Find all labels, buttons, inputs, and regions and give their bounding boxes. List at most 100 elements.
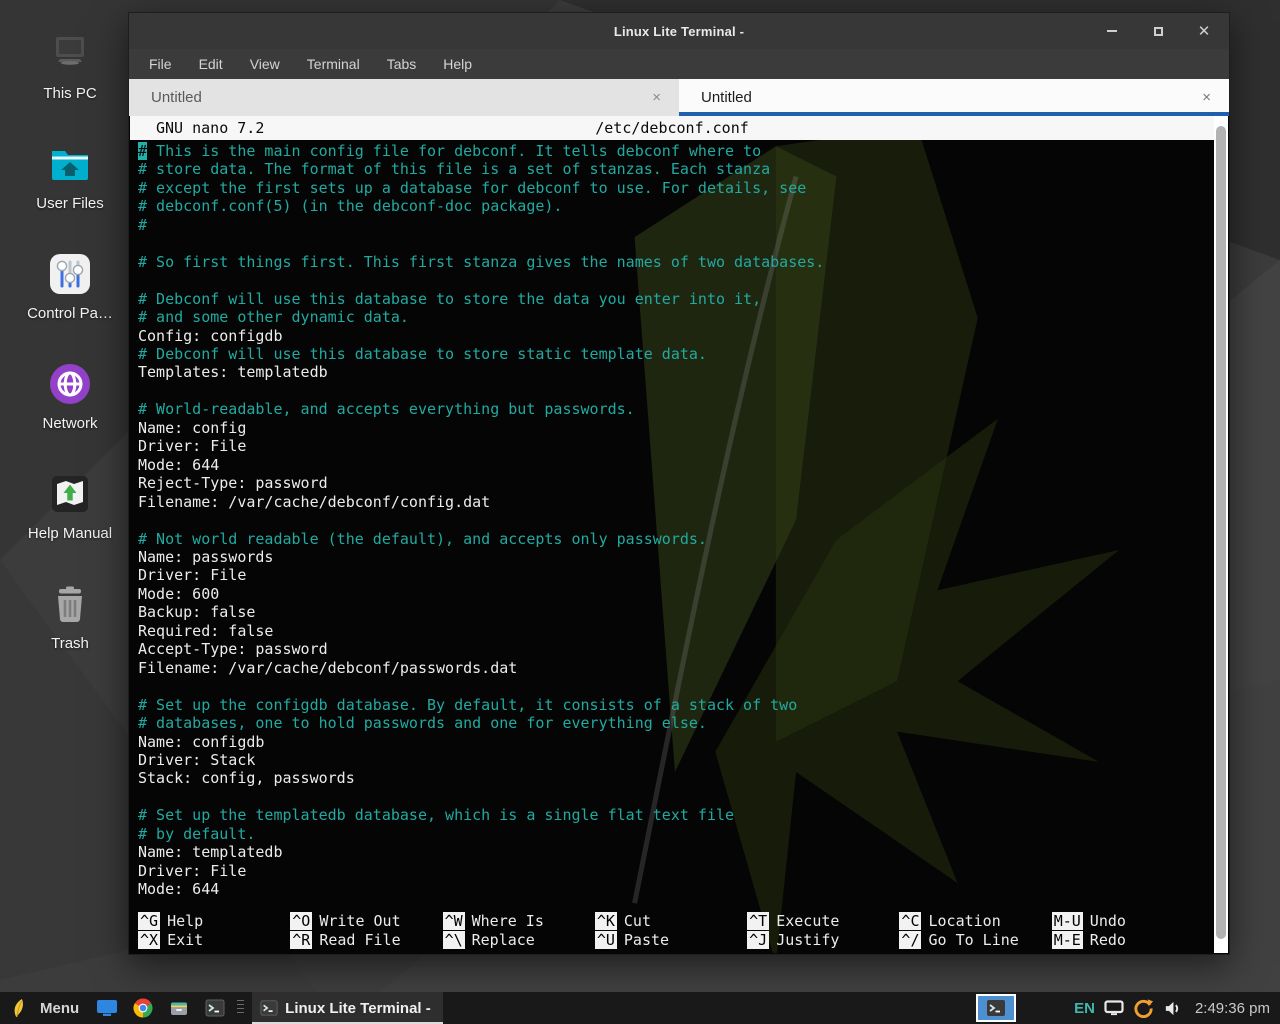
nano-shortcut-bar: ^GHelp^OWrite Out^WWhere Is^KCut^TExecut…	[138, 912, 1204, 950]
panel-grip-handle[interactable]	[237, 1000, 244, 1016]
terminal-window: Linux Lite Terminal - ✕ File Edit View Term…	[128, 12, 1230, 955]
desktop-icon-this-pc[interactable]: This PC	[10, 30, 130, 102]
nano-content[interactable]: # This is the main config file for debco…	[138, 142, 1204, 899]
terminal-scrollbar[interactable]	[1214, 116, 1228, 953]
terminal-line: Mode: 600	[138, 585, 1204, 603]
window-titlebar[interactable]: Linux Lite Terminal - ✕	[129, 13, 1229, 49]
shortcut-label: Cut	[624, 912, 651, 930]
terminal-line	[138, 788, 1204, 806]
taskbar-window-button[interactable]: Linux Lite Terminal -	[252, 992, 443, 1024]
close-button[interactable]: ✕	[1193, 20, 1215, 42]
nano-shortcut-redo: M-E Redo	[1052, 931, 1204, 950]
terminal-line	[138, 234, 1204, 252]
keyboard-layout-indicator[interactable]: EN	[1074, 1000, 1095, 1017]
terminal-line: # databases, one to hold passwords and o…	[138, 714, 1204, 732]
maximize-icon	[1154, 27, 1163, 36]
desktop-icon-label: Help Manual	[10, 525, 130, 542]
terminal-line: # This is the main config file for debco…	[138, 142, 1204, 160]
computer-icon	[46, 30, 94, 78]
menu-item-help[interactable]: Help	[443, 56, 472, 72]
shortcut-key: ^\	[443, 931, 465, 949]
shortcut-label: Redo	[1090, 931, 1126, 949]
tab-close-icon[interactable]: ×	[648, 89, 665, 106]
menu-item-file[interactable]: File	[149, 56, 172, 72]
terminal-line: Templates: templatedb	[138, 363, 1204, 381]
nano-cursor: #	[138, 142, 147, 160]
shortcut-key: ^J	[747, 931, 769, 949]
tab-label: Untitled	[701, 89, 1198, 106]
menu-item-view[interactable]: View	[250, 56, 280, 72]
desktop-icon-label: This PC	[10, 85, 130, 102]
terminal-line: # store data. The format of this file is…	[138, 160, 1204, 178]
terminal-line: Reject-Type: password	[138, 474, 1204, 492]
desktop-icon-help-manual[interactable]: Help Manual	[10, 470, 130, 542]
terminal-line: Name: configdb	[138, 733, 1204, 751]
terminal-line: Mode: 644	[138, 880, 1204, 898]
terminal-line: Accept-Type: password	[138, 640, 1204, 658]
menu-button[interactable]: Menu	[36, 1000, 83, 1017]
shortcut-key: ^U	[595, 931, 617, 949]
terminal-launcher-icon[interactable]	[203, 996, 227, 1020]
linux-lite-logo-icon[interactable]	[7, 997, 29, 1019]
terminal-line	[138, 677, 1204, 695]
control-panel-icon	[46, 250, 94, 298]
shortcut-row-bottom: ^XExit^R Read File ^\ Replace ^U Paste ^J Justi…	[138, 931, 1204, 950]
terminal-line: # Set up the templatedb database, which …	[138, 806, 1204, 824]
clock[interactable]: 2:49:36 pm	[1195, 1000, 1270, 1017]
terminal-line: Filename: /var/cache/debconf/passwords.d…	[138, 659, 1204, 677]
terminal-line: # Debconf will use this database to stor…	[138, 345, 1204, 363]
nano-shortcut-write-out: ^OWrite Out	[290, 912, 442, 931]
tab-bar: Untitled×Untitled×	[129, 79, 1229, 116]
terminal-line: #	[138, 216, 1204, 234]
shortcut-label: Exit	[167, 931, 203, 949]
window-title: Linux Lite Terminal -	[129, 24, 1229, 39]
show-desktop-icon[interactable]	[95, 996, 119, 1020]
desktop-icons: This PC User Files Control Pa… Network Help …	[10, 0, 130, 992]
tab-close-icon[interactable]: ×	[1198, 89, 1215, 106]
shortcut-label: Replace	[472, 931, 535, 949]
window-controls: ✕	[1101, 13, 1215, 49]
desktop-icon-control-pa[interactable]: Control Pa…	[10, 250, 130, 322]
chrome-browser-icon[interactable]	[131, 996, 155, 1020]
terminal-window-icon	[260, 999, 278, 1017]
menu-item-terminal[interactable]: Terminal	[307, 56, 360, 72]
terminal-tab-1[interactable]: Untitled×	[129, 79, 679, 116]
terminal-line: # Debconf will use this database to stor…	[138, 290, 1204, 308]
display-settings-icon[interactable]	[1104, 1000, 1124, 1016]
terminal-content-area[interactable]: GNU nano 7.2 /etc/debconf.conf # This is…	[130, 116, 1228, 953]
menu-item-tabs[interactable]: Tabs	[387, 56, 417, 72]
maximize-button[interactable]	[1147, 20, 1169, 42]
terminal-line: Name: passwords	[138, 548, 1204, 566]
menu-item-edit[interactable]: Edit	[199, 56, 223, 72]
update-notifier-icon[interactable]	[1133, 998, 1154, 1019]
nano-shortcut-go-to-line: ^/Go To Line	[899, 931, 1051, 950]
scrollbar-thumb[interactable]	[1216, 126, 1226, 939]
desktop-icon-network[interactable]: Network	[10, 360, 130, 432]
desktop-icon-trash[interactable]: Trash	[10, 580, 130, 652]
shortcut-label: Paste	[624, 931, 669, 949]
desktop-icon-label: Control Pa…	[10, 305, 130, 322]
file-manager-icon[interactable]	[167, 996, 191, 1020]
minimize-button[interactable]	[1101, 20, 1123, 42]
terminal-line: Driver: Stack	[138, 751, 1204, 769]
terminal-line: Name: templatedb	[138, 843, 1204, 861]
shortcut-label: Read File	[319, 931, 400, 949]
window-button-label: Linux Lite Terminal -	[285, 1000, 431, 1017]
shortcut-label: Justify	[776, 931, 839, 949]
terminal-line: Stack: config, passwords	[138, 769, 1204, 787]
shortcut-key: ^R	[290, 931, 312, 949]
shortcut-key: ^G	[138, 912, 160, 930]
tray-terminal-icon[interactable]	[976, 994, 1016, 1022]
terminal-tab-2[interactable]: Untitled×	[679, 79, 1229, 116]
terminal-line: Config: configdb	[138, 327, 1204, 345]
terminal-line: Backup: false	[138, 603, 1204, 621]
shortcut-key: ^/	[899, 931, 921, 949]
terminal-line: # by default.	[138, 825, 1204, 843]
desktop-icon-label: User Files	[10, 195, 130, 212]
desktop-icon-label: Trash	[10, 635, 130, 652]
shortcut-key: M-E	[1052, 931, 1083, 949]
desktop-icon-user-files[interactable]: User Files	[10, 140, 130, 212]
volume-icon[interactable]	[1163, 999, 1182, 1018]
terminal-line: Name: config	[138, 419, 1204, 437]
nano-shortcut-exit: ^XExit	[138, 931, 290, 950]
